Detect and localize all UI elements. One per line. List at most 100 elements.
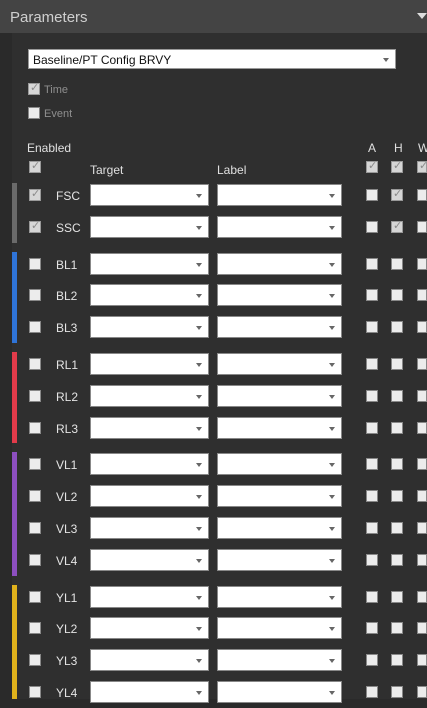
time-checkbox[interactable] <box>28 81 40 95</box>
target-dropdown[interactable] <box>90 316 209 339</box>
area-checkbox[interactable] <box>366 358 378 370</box>
area-checkbox[interactable] <box>366 458 378 471</box>
area-checkbox[interactable] <box>366 289 378 302</box>
label-dropdown[interactable] <box>217 353 342 375</box>
enabled-checkbox[interactable] <box>29 590 41 603</box>
enabled-checkbox[interactable] <box>29 458 41 471</box>
width-checkbox[interactable] <box>417 358 427 370</box>
enabled-checkbox[interactable] <box>29 622 41 635</box>
width-checkbox[interactable] <box>417 622 427 635</box>
target-dropdown[interactable] <box>90 485 209 508</box>
area-checkbox[interactable] <box>366 189 378 201</box>
height-checkbox[interactable] <box>391 421 403 434</box>
area-checkbox[interactable] <box>366 553 378 566</box>
label-dropdown[interactable] <box>217 215 342 238</box>
target-dropdown[interactable] <box>90 617 209 640</box>
height-checkbox[interactable] <box>391 289 403 302</box>
enabled-checkbox[interactable] <box>29 219 41 233</box>
target-dropdown[interactable] <box>90 517 209 539</box>
target-dropdown[interactable] <box>90 416 209 439</box>
height-checkbox[interactable] <box>391 358 403 370</box>
target-dropdown[interactable] <box>90 453 209 476</box>
width-checkbox[interactable] <box>417 257 427 270</box>
target-dropdown[interactable] <box>90 681 209 703</box>
label-dropdown[interactable] <box>217 252 342 275</box>
label-dropdown[interactable] <box>217 485 342 508</box>
area-checkbox[interactable] <box>366 590 378 603</box>
target-dropdown[interactable] <box>90 252 209 275</box>
height-checkbox[interactable] <box>391 219 403 233</box>
height-checkbox[interactable] <box>391 654 403 667</box>
enabled-checkbox[interactable] <box>29 553 41 566</box>
label-dropdown[interactable] <box>217 184 342 206</box>
height-checkbox[interactable] <box>391 257 403 270</box>
height-checkbox[interactable] <box>391 458 403 471</box>
a-all-checkbox[interactable] <box>366 159 378 173</box>
width-checkbox[interactable] <box>417 590 427 603</box>
height-checkbox[interactable] <box>391 389 403 402</box>
h-all-checkbox[interactable] <box>391 159 403 173</box>
width-checkbox[interactable] <box>417 686 427 698</box>
width-checkbox[interactable] <box>417 321 427 334</box>
target-dropdown[interactable] <box>90 184 209 206</box>
enabled-checkbox[interactable] <box>29 257 41 270</box>
event-checkbox[interactable] <box>28 107 40 119</box>
height-checkbox[interactable] <box>391 490 403 503</box>
enabled-checkbox[interactable] <box>29 421 41 434</box>
height-checkbox[interactable] <box>391 187 403 201</box>
collapse-caret-icon[interactable] <box>417 13 427 19</box>
area-checkbox[interactable] <box>366 686 378 698</box>
target-dropdown[interactable] <box>90 353 209 375</box>
config-select[interactable]: Baseline/PT Config BRVY <box>28 49 396 69</box>
enabled-checkbox[interactable] <box>29 654 41 667</box>
area-checkbox[interactable] <box>366 490 378 503</box>
label-dropdown[interactable] <box>217 453 342 476</box>
width-checkbox[interactable] <box>417 654 427 667</box>
area-checkbox[interactable] <box>366 522 378 534</box>
enabled-checkbox[interactable] <box>29 686 41 698</box>
enable-all-checkbox[interactable] <box>29 159 41 173</box>
area-checkbox[interactable] <box>366 421 378 434</box>
panel-header[interactable]: Parameters <box>0 0 427 33</box>
enabled-checkbox[interactable] <box>29 490 41 503</box>
width-checkbox[interactable] <box>417 220 427 233</box>
width-checkbox[interactable] <box>417 421 427 434</box>
target-dropdown[interactable] <box>90 215 209 238</box>
width-checkbox[interactable] <box>417 289 427 302</box>
target-dropdown[interactable] <box>90 649 209 672</box>
area-checkbox[interactable] <box>366 622 378 635</box>
label-dropdown[interactable] <box>217 284 342 307</box>
height-checkbox[interactable] <box>391 622 403 635</box>
width-checkbox[interactable] <box>417 522 427 534</box>
enabled-checkbox[interactable] <box>29 321 41 334</box>
height-checkbox[interactable] <box>391 553 403 566</box>
label-dropdown[interactable] <box>217 384 342 407</box>
width-checkbox[interactable] <box>417 458 427 471</box>
target-dropdown[interactable] <box>90 384 209 407</box>
label-dropdown[interactable] <box>217 649 342 672</box>
height-checkbox[interactable] <box>391 522 403 534</box>
area-checkbox[interactable] <box>366 389 378 402</box>
area-checkbox[interactable] <box>366 654 378 667</box>
label-dropdown[interactable] <box>217 548 342 571</box>
w-all-checkbox[interactable] <box>417 159 427 173</box>
label-dropdown[interactable] <box>217 316 342 339</box>
width-checkbox[interactable] <box>417 553 427 566</box>
target-dropdown[interactable] <box>90 585 209 608</box>
area-checkbox[interactable] <box>366 321 378 334</box>
width-checkbox[interactable] <box>417 189 427 201</box>
enabled-checkbox[interactable] <box>29 187 41 201</box>
width-checkbox[interactable] <box>417 490 427 503</box>
label-dropdown[interactable] <box>217 617 342 640</box>
label-dropdown[interactable] <box>217 585 342 608</box>
area-checkbox[interactable] <box>366 257 378 270</box>
height-checkbox[interactable] <box>391 590 403 603</box>
target-dropdown[interactable] <box>90 548 209 571</box>
enabled-checkbox[interactable] <box>29 358 41 370</box>
height-checkbox[interactable] <box>391 321 403 334</box>
enabled-checkbox[interactable] <box>29 522 41 534</box>
enabled-checkbox[interactable] <box>29 389 41 402</box>
width-checkbox[interactable] <box>417 389 427 402</box>
height-checkbox[interactable] <box>391 686 403 698</box>
area-checkbox[interactable] <box>366 220 378 233</box>
